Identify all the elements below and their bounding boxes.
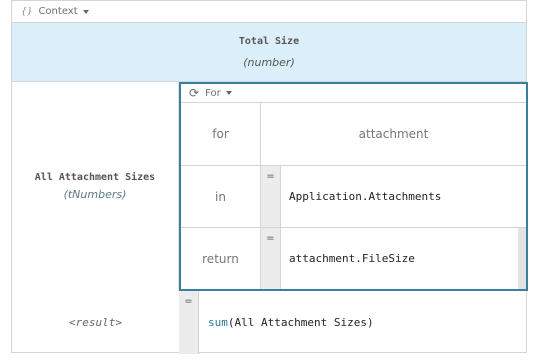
scrollbar[interactable] [518, 228, 526, 289]
caret-down-icon [82, 9, 89, 14]
for-expression[interactable]: ⟳ For for attachment in = Application.At… [179, 82, 528, 291]
header-type: (number) [243, 56, 295, 69]
result-row: <result> = sum (All Attachment Sizes) [12, 291, 526, 354]
equals-sign: = [266, 233, 275, 244]
equals-sign: = [266, 171, 275, 182]
equals-gutter: = [261, 166, 281, 227]
entry-name: All Attachment Sizes [34, 172, 156, 183]
decision-header[interactable]: Total Size (number) [12, 23, 526, 82]
for-menu[interactable]: ⟳ For [181, 84, 526, 103]
for-row: for attachment [181, 103, 526, 166]
header-title: Total Size [238, 36, 300, 47]
equals-gutter: = [261, 228, 281, 289]
for-label: For [205, 87, 221, 99]
result-expression[interactable]: sum (All Attachment Sizes) [199, 291, 526, 354]
caret-down-icon [225, 91, 232, 95]
context-entry-name-cell[interactable]: All Attachment Sizes (tNumbers) [12, 82, 179, 291]
refresh-icon: ⟳ [189, 86, 200, 100]
function-args: (All Attachment Sizes) [227, 316, 374, 329]
return-row: return = attachment.FileSize [181, 228, 526, 289]
iterator-variable[interactable]: attachment [261, 103, 526, 165]
context-menu[interactable]: {} Context [12, 1, 526, 23]
context-box: {} Context Total Size (number) All Attac… [11, 0, 528, 354]
for-row-label: for [181, 103, 261, 165]
in-expression[interactable]: Application.Attachments [281, 166, 526, 227]
return-row-label: return [181, 228, 261, 289]
result-label: <result> [69, 316, 122, 329]
entry-type: (tNumbers) [63, 188, 127, 201]
function-name: sum [208, 316, 228, 329]
equals-sign: = [184, 296, 193, 307]
return-expression[interactable]: attachment.FileSize [281, 228, 526, 289]
context-label: Context [38, 6, 78, 17]
equals-gutter: = [179, 291, 199, 354]
in-row: in = Application.Attachments [181, 166, 526, 228]
braces-icon: {} [21, 6, 33, 17]
in-row-label: in [181, 166, 261, 227]
